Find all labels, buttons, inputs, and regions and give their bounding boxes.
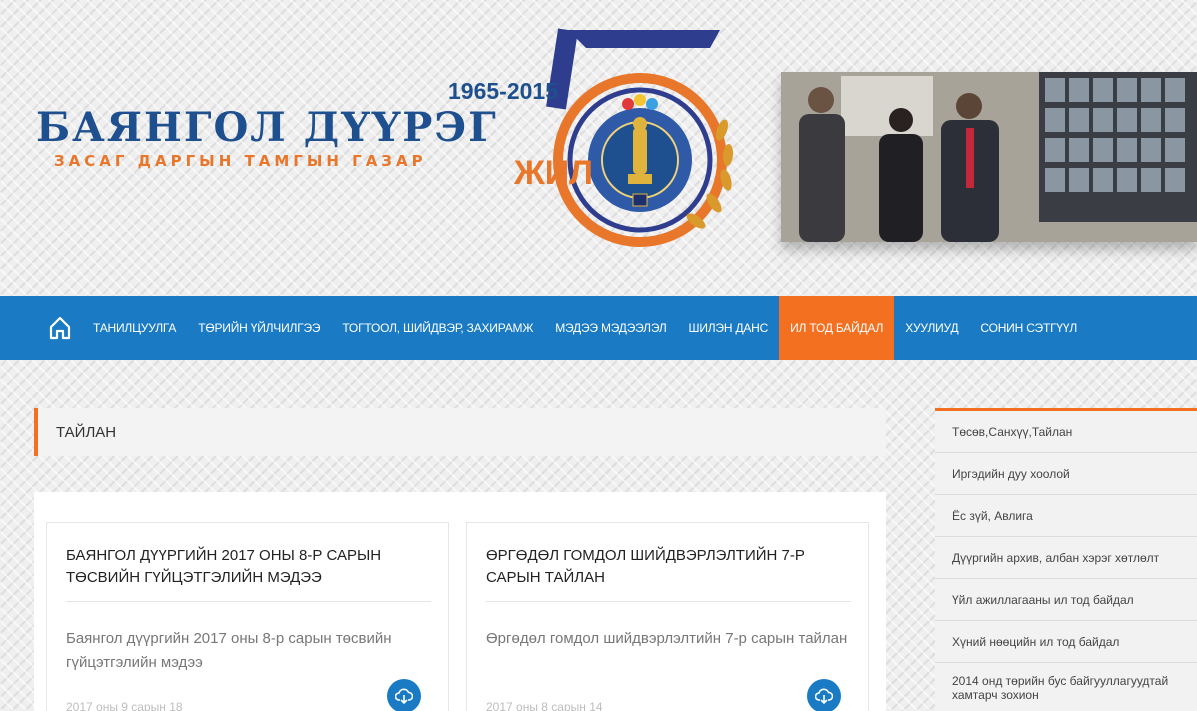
report-card[interactable]: БАЯНГОЛ ДҮҮРГИЙН 2017 ОНЫ 8-Р САРЫН ТӨСВ… [46, 522, 449, 711]
sidebar-item-archive[interactable]: Дүүргийн архив, албан хэрэг хөтлөлт [935, 537, 1197, 579]
sidebar-item-human-resources[interactable]: Хүний нөөцийн ил тод байдал [935, 621, 1197, 663]
sidebar-item-budget[interactable]: Төсөв,Санхүү,Тайлан [935, 411, 1197, 453]
main-content: ТАЙЛАН БАЯНГОЛ ДҮҮРГИЙН 2017 ОНЫ 8-Р САР… [0, 360, 1197, 711]
cloud-download-icon [815, 688, 833, 704]
nav-item-newspaper[interactable]: СОНИН СЭТГҮҮЛ [969, 296, 1088, 360]
nav-item-glass-account[interactable]: ШИЛЭН ДАНС [678, 296, 780, 360]
sidebar-item-operations[interactable]: Үйл ажиллагааны ил тод байдал [935, 579, 1197, 621]
report-card-title[interactable]: БАЯНГОЛ ДҮҮРГИЙН 2017 ОНЫ 8-Р САРЫН ТӨСВ… [66, 545, 431, 602]
brand-subtitle: ЗАСАГ ДАРГЫН ТАМГЫН ГАЗАР [54, 152, 427, 170]
brand-title: БАЯНГОЛ ДҮҮРЭГ [36, 104, 498, 151]
sidebar-item-ngo-2014[interactable]: 2014 онд төрийн бус байгууллагуудтай хам… [935, 663, 1197, 711]
site-header: БАЯНГОЛ ДҮҮРЭГ ЗАСАГ ДАРГЫН ТАМГЫН ГАЗАР [0, 0, 1197, 296]
anniversary-logo: 1965-2015 ЖИЛ [440, 10, 770, 250]
nav-item-transparency[interactable]: ИЛ ТОД БАЙДАЛ [779, 296, 895, 360]
site-logo[interactable]: БАЯНГОЛ ДҮҮРЭГ ЗАСАГ ДАРГЫН ТАМГЫН ГАЗАР [36, 104, 498, 171]
header-photo [781, 72, 1197, 242]
download-button[interactable] [387, 679, 421, 711]
anniversary-years: 1965-2015 [448, 78, 558, 104]
download-button[interactable] [807, 679, 841, 711]
sidebar-item-ethics[interactable]: Ёс зүй, Авлига [935, 495, 1197, 537]
anniversary-graphic [546, 28, 734, 247]
nav-item-introduction[interactable]: ТАНИЛЦУУЛГА [82, 296, 187, 360]
report-card-excerpt: Баянгол дүүргийн 2017 оны 8-р сарын төсв… [66, 630, 392, 671]
nav-item-decisions[interactable]: ТОГТООЛ, ШИЙДВЭР, ЗАХИРАМЖ [331, 296, 544, 360]
anniversary-word: ЖИЛ [514, 154, 594, 192]
section-title: ТАЙЛАН [34, 408, 886, 456]
nav-home-button[interactable] [38, 296, 82, 360]
nav-item-public-services[interactable]: ТӨРИЙН ҮЙЛЧИЛГЭЭ [187, 296, 331, 360]
nav-item-news[interactable]: МЭДЭЭ МЭДЭЭЛЭЛ [544, 296, 677, 360]
main-navigation: ТАНИЛЦУУЛГА ТӨРИЙН ҮЙЛЧИЛГЭЭ ТОГТООЛ, ШИ… [0, 296, 1197, 360]
report-card-excerpt: Өргөдөл гомдол шийдвэрлэлтийн 7-р сарын … [486, 630, 848, 647]
report-card-date: 2017 оны 9 сарын 18 [66, 700, 183, 711]
report-card-title[interactable]: ӨРГӨДӨЛ ГОМДОЛ ШИЙДВЭРЛЭЛТИЙН 7-Р САРЫН … [486, 545, 851, 602]
report-card-date: 2017 оны 8 сарын 14 [486, 700, 603, 711]
cloud-download-icon [395, 688, 413, 704]
nav-item-laws[interactable]: ХУУЛИУД [894, 296, 969, 360]
transparency-sidebar: Төсөв,Санхүү,Тайлан Иргэдийн дуу хоолой … [935, 408, 1197, 711]
home-icon [49, 316, 71, 340]
report-list-panel: БАЯНГОЛ ДҮҮРГИЙН 2017 ОНЫ 8-Р САРЫН ТӨСВ… [34, 492, 886, 711]
officials-photo-image [781, 72, 1197, 242]
section-title-text: ТАЙЛАН [56, 423, 117, 441]
sidebar-item-citizens-voice[interactable]: Иргэдийн дуу хоолой [935, 453, 1197, 495]
report-card[interactable]: ӨРГӨДӨЛ ГОМДОЛ ШИЙДВЭРЛЭЛТИЙН 7-Р САРЫН … [466, 522, 869, 711]
